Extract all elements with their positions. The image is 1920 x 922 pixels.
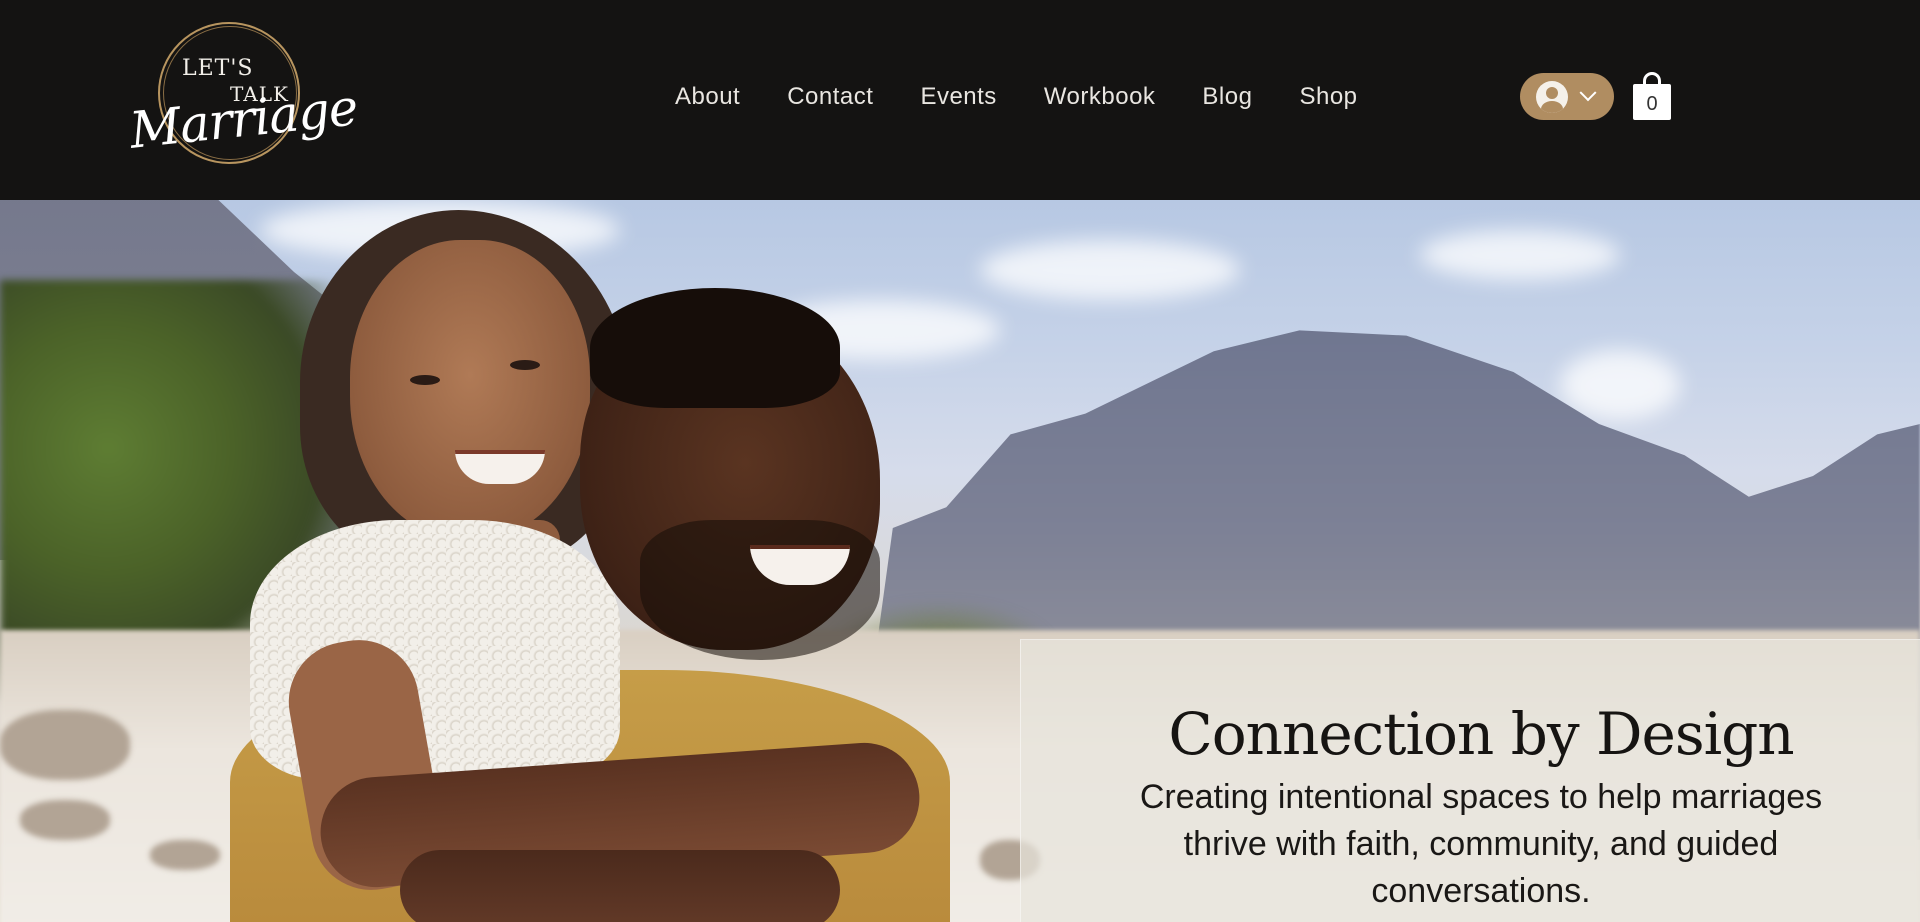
cloud [1560, 350, 1680, 420]
site-header: LET'S TALK Marriage About Contact Events… [0, 0, 1920, 200]
man-beard [640, 520, 880, 660]
hero-section: Connection by Design Creating intentiona… [0, 200, 1920, 922]
nav-item-contact[interactable]: Contact [787, 83, 873, 111]
nav-item-blog[interactable]: Blog [1202, 83, 1252, 111]
chevron-down-icon [1579, 83, 1597, 101]
hero-title: Connection by Design [1168, 700, 1794, 768]
cart-button[interactable]: 0 [1633, 72, 1671, 120]
nav-item-events[interactable]: Events [920, 83, 996, 111]
cart-count: 0 [1633, 84, 1671, 120]
user-avatar-icon [1536, 80, 1568, 113]
account-menu-button[interactable] [1520, 73, 1614, 120]
rock [20, 800, 110, 840]
rock [150, 840, 220, 870]
nav-item-shop[interactable]: Shop [1299, 83, 1357, 111]
woman-eye [510, 360, 540, 370]
nav-item-workbook[interactable]: Workbook [1044, 83, 1156, 111]
hero-subtitle: Creating intentional spaces to help marr… [1139, 778, 1823, 910]
site-logo[interactable]: LET'S TALK Marriage [127, 18, 360, 168]
cloud [980, 240, 1240, 300]
hero-text-box: Connection by Design Creating intentiona… [1020, 639, 1920, 922]
woman-arm-lower [400, 850, 840, 922]
cloud [1420, 230, 1620, 280]
man-hair [590, 288, 840, 408]
logo-text-lets: LET'S [182, 56, 254, 81]
rock [0, 710, 130, 780]
nav-item-about[interactable]: About [675, 83, 740, 111]
woman-eye [410, 375, 440, 385]
main-nav: About Contact Events Workbook Blog Shop [675, 80, 1358, 114]
woman-face [350, 240, 590, 540]
